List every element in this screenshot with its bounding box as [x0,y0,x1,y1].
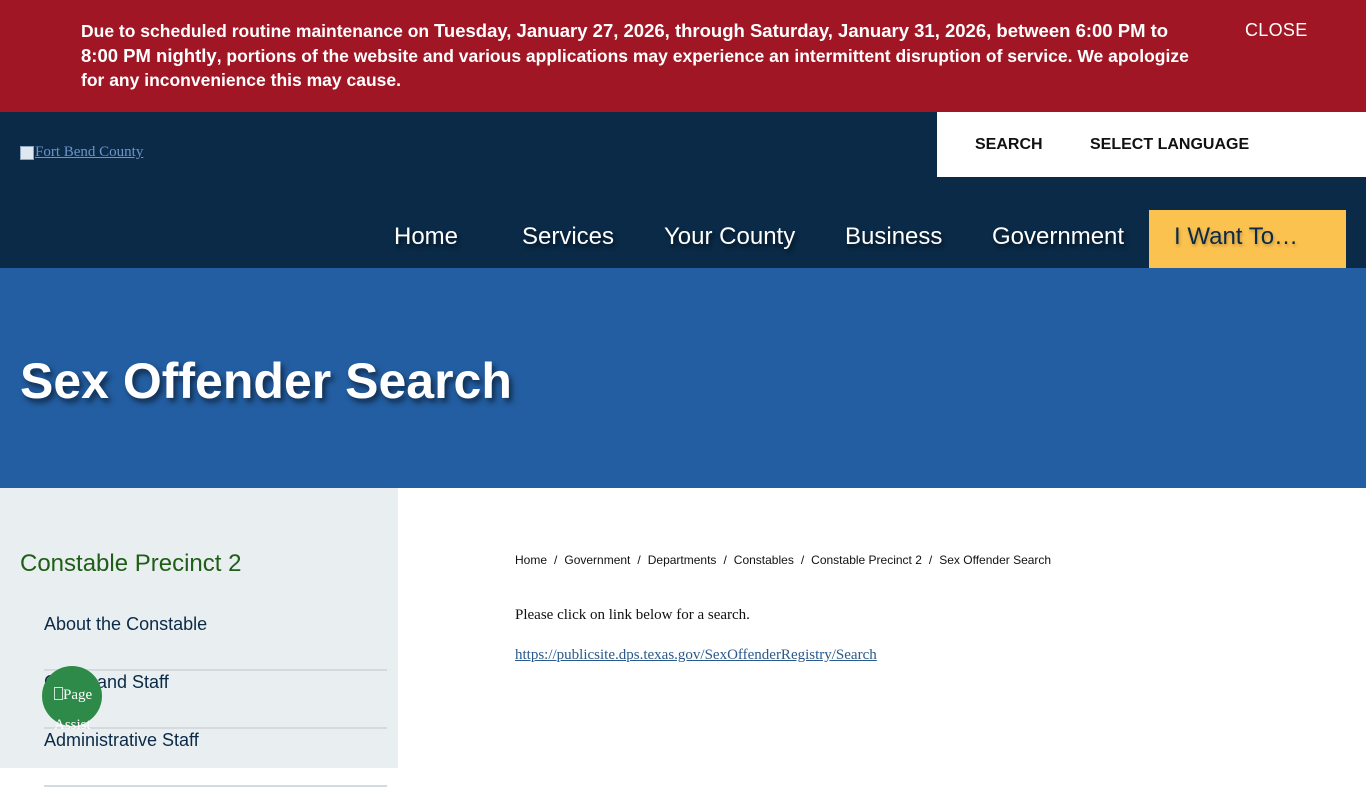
select-language-button[interactable]: SELECT LANGUAGE [1090,136,1249,154]
breadcrumb: Home / Government / Departments / Constables / C… [515,553,1051,567]
main-nav: Home Services Your County Business Gover… [0,210,1366,268]
utility-bar: SEARCH SELECT LANGUAGE [937,112,1366,177]
sex-offender-registry-link[interactable]: https://publicsite.dps.texas.gov/SexOffe… [515,647,877,664]
breadcrumb-home[interactable]: Home [515,553,547,567]
breadcrumb-separator: / [637,553,641,567]
logo-alt-text: Fort Bend County [35,144,144,160]
alert-text-lead: Due to scheduled routine maintenance on [81,21,434,41]
breadcrumb-current: Sex Offender Search [939,553,1052,567]
nav-your-county[interactable]: Your County [664,210,795,268]
maintenance-alert: Due to scheduled routine maintenance on … [0,0,1366,112]
county-logo-link[interactable]: Fort Bend County [20,144,143,161]
page-banner: Sex Offender Search [0,268,1366,488]
breadcrumb-separator: / [554,553,558,567]
breadcrumb-separator: / [800,553,805,567]
nav-business[interactable]: Business [845,210,942,268]
breadcrumb-departments[interactable]: Departments [648,553,717,567]
sidebar-item-about-the-constable[interactable]: About the Constable [44,613,387,671]
sidebar-title[interactable]: Constable Precinct 2 [20,550,241,578]
search-button[interactable]: SEARCH [975,136,1043,154]
broken-image-icon [54,687,63,700]
breadcrumb-constables[interactable]: Constables [734,553,794,567]
intro-text: Please click on link below for a search. [515,607,750,623]
alert-close-button[interactable]: CLOSE [1245,20,1308,41]
broken-image-icon [20,145,34,160]
page-title: Sex Offender Search [20,353,512,409]
site-header: Fort Bend County SEARCH SELECT LANGUAGE … [0,112,1366,268]
breadcrumb-government[interactable]: Government [564,553,630,567]
alert-message: Due to scheduled routine maintenance on … [81,19,1191,93]
breadcrumb-separator: / [928,553,933,567]
breadcrumb-constable-precinct-2[interactable]: Constable Precinct 2 [811,553,922,567]
breadcrumb-separator: / [723,553,727,567]
nav-home[interactable]: Home [394,210,458,268]
nav-services[interactable]: Services [522,210,614,268]
nav-government[interactable]: Government [992,210,1124,268]
alert-text-tail: , portions of the website and various ap… [81,45,1189,91]
nav-i-want-to[interactable]: I Want To… [1149,210,1346,268]
page-assist-alt: PageAssist [54,680,98,740]
